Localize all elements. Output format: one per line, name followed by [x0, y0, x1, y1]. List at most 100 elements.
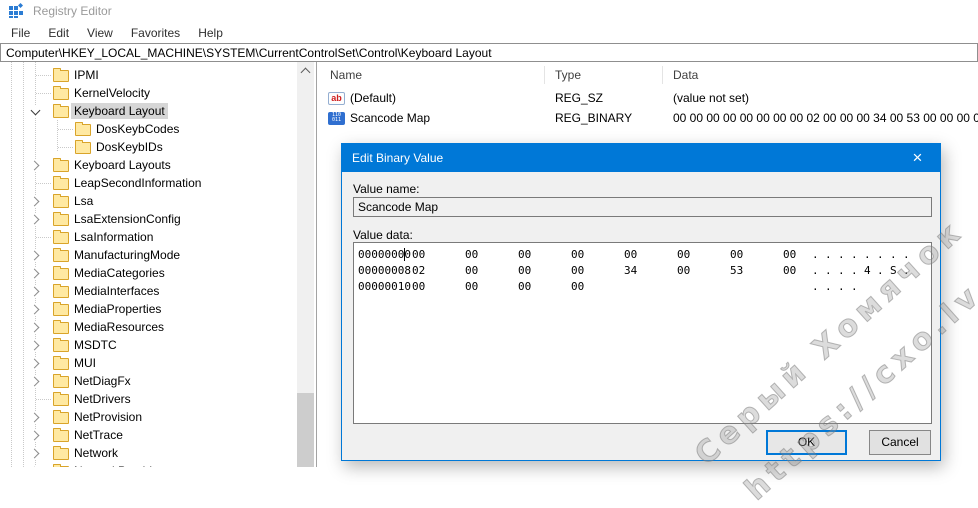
tree-item-mediacategories[interactable]: MediaCategories	[0, 264, 297, 282]
tree-item-label[interactable]: MUI	[71, 355, 99, 371]
hex-byte: 00	[518, 280, 532, 293]
hex-offset: 00000008	[358, 264, 411, 277]
ok-button[interactable]: OK	[766, 430, 847, 455]
tree-item-label[interactable]: IPMI	[71, 67, 102, 83]
tree-item-label[interactable]: MediaProperties	[71, 301, 164, 317]
chevron-right-icon[interactable]	[29, 321, 42, 334]
chevron-right-icon[interactable]	[29, 447, 42, 460]
tree-item-mui[interactable]: MUI	[0, 354, 297, 372]
value-name-input[interactable]	[353, 197, 932, 217]
hex-row: 00000008 02 00 00 00 34 00 53 00.... 4. S.	[354, 263, 931, 279]
chevron-right-icon[interactable]	[29, 267, 42, 280]
column-header-type[interactable]: Type	[545, 66, 663, 84]
tree-item-keyboard-layout[interactable]: Keyboard Layout	[0, 102, 297, 120]
tree-item-msdtc[interactable]: MSDTC	[0, 336, 297, 354]
tree-item-netdiagfx[interactable]: NetDiagFx	[0, 372, 297, 390]
chevron-right-icon[interactable]	[29, 195, 42, 208]
tree-item-network[interactable]: Network	[0, 444, 297, 462]
tree-item-nettrace[interactable]: NetTrace	[0, 426, 297, 444]
cancel-button[interactable]: Cancel	[869, 430, 931, 455]
tree-item-leapsecondinformation[interactable]: LeapSecondInformation	[0, 174, 297, 192]
chevron-right-icon[interactable]	[29, 285, 42, 298]
tree-item-doskeybcodes[interactable]: DosKeybCodes	[0, 120, 297, 138]
address-bar-input[interactable]	[0, 43, 978, 62]
tree-item-label[interactable]: LsaInformation	[71, 229, 156, 245]
hex-ascii-char: .	[877, 248, 884, 261]
registry-value-row--default-[interactable]: ab (Default) REG_SZ (value not set)	[320, 88, 978, 108]
hex-byte: 00	[465, 248, 479, 261]
scroll-up-arrow-icon[interactable]	[297, 62, 314, 79]
tree-item-label[interactable]: Keyboard Layout	[71, 103, 168, 119]
tree-scrollbar-thumb[interactable]	[297, 393, 314, 467]
tree-item-label[interactable]: Lsa	[71, 193, 96, 209]
tree-item-lsaextensionconfig[interactable]: LsaExtensionConfig	[0, 210, 297, 228]
hex-ascii-char: .	[812, 280, 819, 293]
tree-item-label[interactable]: MSDTC	[71, 337, 120, 353]
registry-value-row-scancode-map[interactable]: 110 011 Scancode Map REG_BINARY 00 00 00 00 …	[320, 108, 978, 128]
tree-item-label[interactable]: NetTrace	[71, 427, 126, 443]
tree-item-label[interactable]: DosKeybCodes	[93, 121, 182, 137]
pane-splitter[interactable]	[314, 62, 320, 467]
menu-view[interactable]: View	[78, 24, 122, 42]
chevron-right-icon[interactable]	[29, 357, 42, 370]
tree-item-label[interactable]: ManufacturingMode	[71, 247, 183, 263]
chevron-right-icon[interactable]	[29, 429, 42, 442]
tree-item-label[interactable]: NetProvision	[71, 409, 145, 425]
tree-item-label[interactable]: Network	[71, 445, 121, 461]
tree-item-manufacturingmode[interactable]: ManufacturingMode	[0, 246, 297, 264]
menu-file[interactable]: File	[2, 24, 39, 42]
chevron-right-icon[interactable]	[29, 339, 42, 352]
tree-item-label[interactable]: KernelVelocity	[71, 85, 153, 101]
chevron-right-icon[interactable]	[29, 249, 42, 262]
hex-ascii-char: .	[838, 264, 845, 277]
hex-ascii-char: .	[903, 264, 910, 277]
tree-item-netprovision[interactable]: NetProvision	[0, 408, 297, 426]
column-header-data[interactable]: Data	[663, 66, 978, 84]
tree-item-label[interactable]: LeapSecondInformation	[71, 175, 204, 191]
tree-item-label[interactable]: NetDiagFx	[71, 373, 134, 389]
chevron-right-icon[interactable]	[29, 159, 42, 172]
tree-item-label[interactable]: NetworkProvider	[71, 463, 166, 467]
tree-item-lsainformation[interactable]: LsaInformation	[0, 228, 297, 246]
tree-item-label[interactable]: MediaCategories	[71, 265, 168, 281]
tree-item-label[interactable]: MediaInterfaces	[71, 283, 162, 299]
tree-item-label[interactable]: LsaExtensionConfig	[71, 211, 184, 227]
tree-item-label[interactable]: DosKeybIDs	[93, 139, 166, 155]
tree-item-mediaproperties[interactable]: MediaProperties	[0, 300, 297, 318]
tree-item-netdrivers[interactable]: NetDrivers	[0, 390, 297, 408]
value-type-cell: REG_BINARY	[555, 111, 633, 125]
chevron-right-icon[interactable]	[29, 213, 42, 226]
chevron-right-icon[interactable]	[29, 411, 42, 424]
tree-scrollbar[interactable]	[297, 62, 314, 467]
registry-editor-icon	[9, 3, 23, 18]
hex-byte: 00	[465, 280, 479, 293]
tree-connector	[58, 129, 73, 130]
hex-offset: 00000010	[358, 280, 411, 293]
chevron-right-icon[interactable]	[29, 303, 42, 316]
tree-item-ipmi[interactable]: IPMI	[0, 66, 297, 84]
chevron-down-icon[interactable]	[29, 105, 42, 118]
tree-item-mediaresources[interactable]: MediaResources	[0, 318, 297, 336]
tree-item-mediainterfaces[interactable]: MediaInterfaces	[0, 282, 297, 300]
dialog-titlebar[interactable]: Edit Binary Value	[342, 144, 940, 172]
close-icon[interactable]: ×	[895, 144, 940, 172]
hex-row: 00000000 00 00 00 00 00 00 00 00........	[354, 247, 931, 263]
chevron-right-icon[interactable]	[29, 375, 42, 388]
tree-item-kernelvelocity[interactable]: KernelVelocity	[0, 84, 297, 102]
menu-favorites[interactable]: Favorites	[122, 24, 189, 42]
tree-item-doskeybids[interactable]: DosKeybIDs	[0, 138, 297, 156]
folder-icon	[53, 194, 69, 208]
list-header: Name Type Data	[320, 62, 978, 88]
menu-edit[interactable]: Edit	[39, 24, 78, 42]
tree-item-networkprovider[interactable]: NetworkProvider	[0, 462, 297, 467]
tree-item-label[interactable]: MediaResources	[71, 319, 167, 335]
value-data-cell: 00 00 00 00 00 00 00 00 02 00 00 00 34 0…	[673, 111, 978, 125]
tree-item-lsa[interactable]: Lsa	[0, 192, 297, 210]
tree-item-label[interactable]: NetDrivers	[71, 391, 134, 407]
registry-tree[interactable]: IPMI KernelVelocity Keyboard Layout DosKeyb…	[0, 62, 297, 467]
tree-item-keyboard-layouts[interactable]: Keyboard Layouts	[0, 156, 297, 174]
tree-item-label[interactable]: Keyboard Layouts	[71, 157, 174, 173]
menu-help[interactable]: Help	[189, 24, 232, 42]
column-header-name[interactable]: Name	[320, 66, 545, 84]
value-data-hex-editor[interactable]: 00000000 00 00 00 00 00 00 00 00........ 00000008…	[353, 242, 932, 424]
